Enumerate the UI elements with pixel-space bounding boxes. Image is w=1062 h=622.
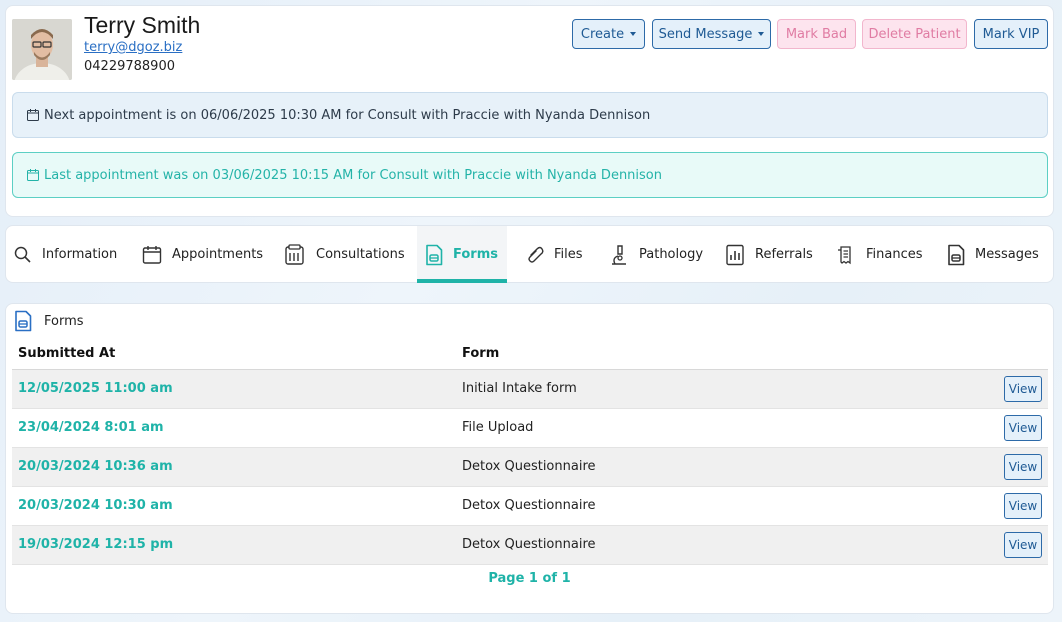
- column-header-submitted[interactable]: Submitted At: [12, 339, 456, 370]
- patient-name: Terry Smith: [84, 12, 201, 38]
- patient-header-card: Terry Smith terry@dgoz.biz 04229788900 C…: [5, 5, 1054, 217]
- view-button[interactable]: View: [1004, 453, 1042, 480]
- table-row: 23/04/2024 8:01 am File Upload View: [12, 408, 1048, 448]
- mark-vip-button-label: Mark VIP: [982, 26, 1040, 42]
- chevron-down-icon: [758, 32, 765, 36]
- view-button[interactable]: View: [1004, 414, 1042, 441]
- tab-information[interactable]: Information: [14, 226, 117, 283]
- tab-messages[interactable]: Messages: [947, 226, 1039, 283]
- forms-table: Submitted At Form 12/05/2025 11:00 am In…: [12, 339, 1048, 565]
- actions-cell: View: [988, 369, 1048, 409]
- mark-bad-button-label: Mark Bad: [785, 26, 848, 42]
- tab-referrals[interactable]: Referrals: [725, 226, 813, 283]
- pagination-label: Page 1 of 1: [488, 571, 571, 586]
- send-message-button-label: Send Message: [658, 26, 753, 42]
- tab-label: Finances: [866, 247, 923, 262]
- form-name-cell: File Upload: [456, 408, 988, 448]
- form-name-cell: Detox Questionnaire: [456, 447, 988, 487]
- form-name-cell: Detox Questionnaire: [456, 486, 988, 526]
- clipboard-icon: [285, 243, 304, 265]
- view-button[interactable]: View: [1004, 531, 1042, 558]
- tab-label: Information: [42, 247, 118, 262]
- form-name-cell: Detox Questionnaire: [456, 525, 988, 565]
- tab-files[interactable]: Files: [526, 226, 583, 283]
- search-icon: [14, 246, 31, 263]
- paperclip-icon: [528, 246, 544, 263]
- mark-bad-button[interactable]: Mark Bad: [777, 19, 856, 49]
- forms-panel: Forms Submitted At Form 12/05/2025 11:00…: [5, 303, 1054, 614]
- view-button[interactable]: View: [1004, 375, 1042, 402]
- table-row: 19/03/2024 12:15 pm Detox Questionnaire …: [12, 525, 1048, 565]
- calendar-icon: [142, 245, 162, 264]
- message-doc-icon: [948, 244, 965, 265]
- send-message-button[interactable]: Send Message: [652, 19, 771, 49]
- create-button-label: Create: [580, 26, 625, 42]
- tab-label: Appointments: [172, 247, 264, 262]
- tab-pathology[interactable]: Pathology: [609, 226, 703, 283]
- tab-label: Messages: [975, 247, 1039, 262]
- tab-finances[interactable]: Finances: [836, 226, 923, 283]
- submitted-at-cell: 19/03/2024 12:15 pm: [12, 525, 456, 565]
- chart-doc-icon: [726, 244, 744, 265]
- view-button[interactable]: View: [1004, 492, 1042, 519]
- patient-tabs: Information Appointments Consultations F…: [5, 225, 1054, 283]
- delete-patient-button[interactable]: Delete Patient: [862, 19, 967, 49]
- submitted-at-cell: 20/03/2024 10:30 am: [12, 486, 456, 526]
- tab-label: Consultations: [316, 247, 405, 262]
- last-appointment-text: Last appointment was on 03/06/2025 10:15…: [44, 167, 662, 183]
- tab-consultations[interactable]: Consultations: [284, 226, 405, 283]
- calendar-icon: [27, 109, 39, 121]
- form-icon: [426, 244, 443, 265]
- tab-label: Files: [554, 247, 583, 262]
- tab-label: Pathology: [639, 247, 704, 262]
- table-row: 20/03/2024 10:30 am Detox Questionnaire …: [12, 486, 1048, 526]
- forms-panel-title-text: Forms: [44, 313, 84, 329]
- form-name-cell: Initial Intake form: [456, 369, 988, 409]
- submitted-at-cell: 23/04/2024 8:01 am: [12, 408, 456, 448]
- tab-label: Forms: [453, 247, 498, 262]
- patient-email-link[interactable]: terry@dgoz.biz: [84, 40, 182, 55]
- next-appointment-text: Next appointment is on 06/06/2025 10:30 …: [44, 107, 651, 123]
- avatar: [12, 19, 72, 80]
- actions-cell: View: [988, 408, 1048, 448]
- tab-label: Referrals: [755, 247, 813, 262]
- form-icon: [15, 310, 32, 332]
- forms-panel-title: Forms: [14, 310, 84, 332]
- create-button[interactable]: Create: [572, 19, 645, 49]
- table-row: 12/05/2025 11:00 am Initial Intake form …: [12, 369, 1048, 409]
- actions-cell: View: [988, 525, 1048, 565]
- last-appointment-banner: Last appointment was on 03/06/2025 10:15…: [12, 152, 1048, 198]
- mark-vip-button[interactable]: Mark VIP: [974, 19, 1048, 49]
- actions-cell: View: [988, 447, 1048, 487]
- submitted-at-cell: 20/03/2024 10:36 am: [12, 447, 456, 487]
- calendar-icon: [27, 169, 39, 181]
- patient-phone: 04229788900: [84, 59, 175, 74]
- column-header-form[interactable]: Form: [456, 339, 988, 370]
- tab-forms[interactable]: Forms: [417, 226, 507, 283]
- next-appointment-banner: Next appointment is on 06/06/2025 10:30 …: [12, 92, 1048, 138]
- table-row: 20/03/2024 10:36 am Detox Questionnaire …: [12, 447, 1048, 487]
- receipt-icon: [838, 245, 851, 264]
- table-header-row: Submitted At Form: [12, 339, 1048, 370]
- actions-cell: View: [988, 486, 1048, 526]
- column-header-actions: [988, 339, 1048, 370]
- chevron-down-icon: [630, 32, 637, 36]
- delete-patient-button-label: Delete Patient: [868, 26, 961, 42]
- microscope-icon: [612, 244, 626, 265]
- submitted-at-cell: 12/05/2025 11:00 am: [12, 369, 456, 409]
- tab-appointments[interactable]: Appointments: [142, 226, 263, 283]
